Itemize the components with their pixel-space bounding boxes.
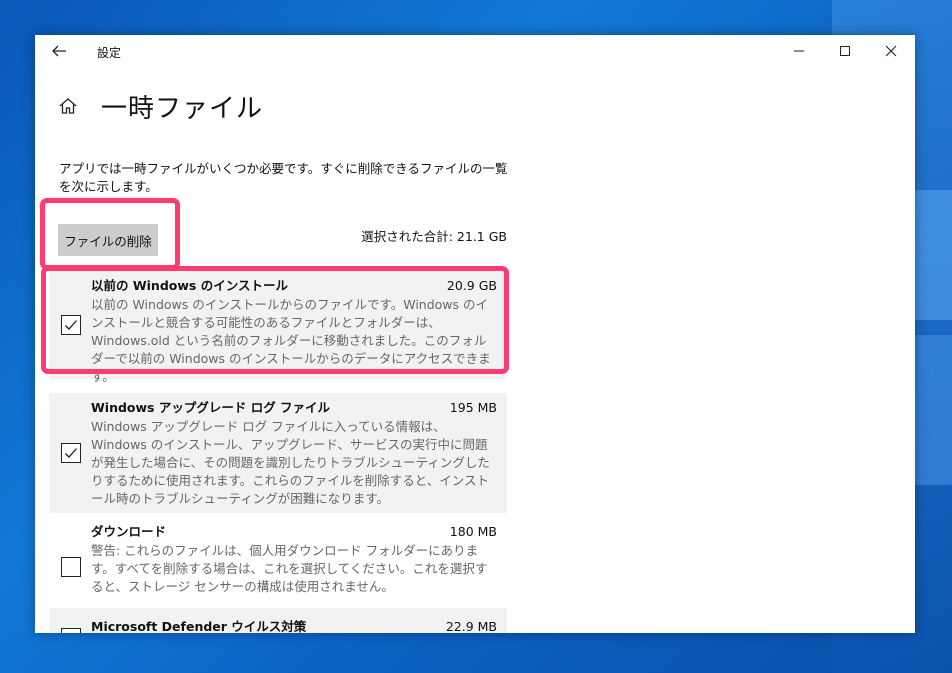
arrow-left-icon (52, 45, 66, 57)
page-title: 一時ファイル (101, 94, 264, 124)
item-size: 180 MB (449, 524, 497, 539)
item-size: 22.9 MB (445, 619, 497, 633)
minimize-button[interactable] (791, 43, 807, 59)
page-description: アプリでは一時ファイルがいくつか必要です。すぐに削除できるファイルの一覧を次に示… (59, 161, 508, 194)
title-bar: 設定 (35, 35, 915, 67)
item-description: 警告: これらのファイルは、個人用ダウンロード フォルダーにあります。すべてを削… (91, 543, 488, 594)
item-checkbox[interactable] (61, 628, 81, 633)
list-item[interactable]: Windows アップグレード ログ ファイル 195 MB Windows ア… (49, 393, 507, 513)
list-item[interactable]: Microsoft Defender ウイルス対策 22.9 MB (49, 608, 507, 633)
highlight-frame (40, 198, 180, 270)
item-description: Windows アップグレード ログ ファイルに入っている情報は、Windows… (91, 419, 490, 506)
list-gap (49, 379, 507, 393)
desktop-wallpaper-pane (914, 335, 952, 485)
minimize-icon (794, 50, 804, 52)
item-checkbox[interactable] (61, 557, 81, 577)
settings-window: 設定 一時ファイル アプリでは一時ファイルがいくつか必要です。すぐに削除できるフ… (35, 35, 915, 633)
app-title: 設定 (97, 46, 122, 60)
maximize-icon (840, 46, 850, 56)
selected-total: 選択された合計: 21.1 GB (361, 229, 507, 244)
home-button[interactable] (57, 95, 79, 117)
desktop-wallpaper-pane (914, 190, 952, 320)
maximize-button[interactable] (837, 43, 853, 59)
home-icon (59, 98, 77, 114)
list-item[interactable]: ダウンロード 180 MB 警告: これらのファイルは、個人用ダウンロード フォ… (49, 513, 507, 608)
close-icon (885, 45, 897, 57)
item-name: Microsoft Defender ウイルス対策 (91, 619, 307, 633)
item-size: 195 MB (449, 400, 497, 415)
close-button[interactable] (883, 43, 899, 59)
checkmark-icon (65, 448, 77, 458)
highlight-frame (41, 266, 509, 374)
back-button[interactable] (47, 41, 71, 61)
item-name: ダウンロード (91, 524, 167, 539)
item-checkbox[interactable] (61, 443, 81, 463)
item-name: Windows アップグレード ログ ファイル (91, 400, 331, 415)
